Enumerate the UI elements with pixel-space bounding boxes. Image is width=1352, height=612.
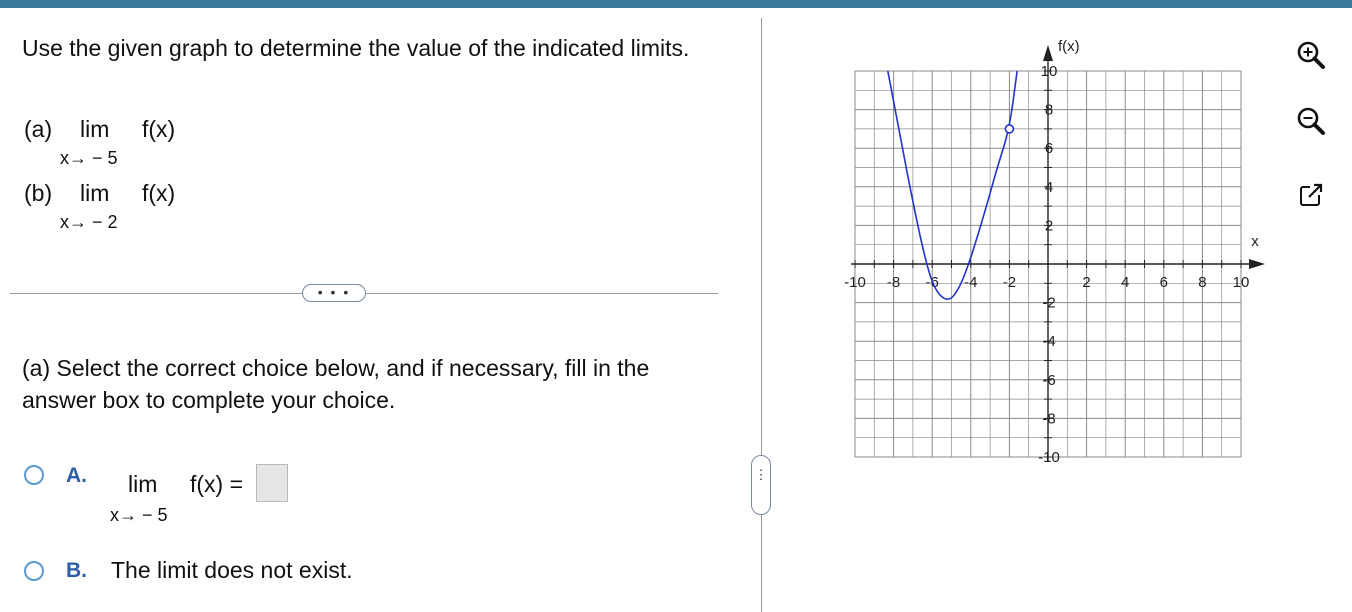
choice-a-lim: lim [128, 471, 158, 497]
choice-a-radio[interactable] [24, 465, 44, 485]
part-b-label: (b) [24, 180, 53, 206]
panel-divider[interactable] [761, 18, 762, 612]
y-tick-label: 6 [1045, 140, 1053, 157]
part-a-lim: lim [80, 116, 110, 142]
function-graph: -10 -8 -6 -4 -2 2 4 6 8 10108642-2-4-6-8-10xf(x) [844, 38, 1265, 465]
y-tick-label: 8 [1045, 102, 1053, 119]
choice-b-text: The limit does not exist. [111, 557, 353, 583]
open-point [1004, 124, 1015, 134]
part-a-label: (a) [24, 116, 53, 142]
x-tick-label: 4 [1121, 274, 1129, 291]
y-tick-label: -2 [1042, 295, 1055, 312]
choice-b-radio[interactable] [24, 561, 44, 581]
y-tick-label: 4 [1045, 179, 1053, 196]
function-curve [887, 70, 1018, 301]
x-tick-label: 8 [1198, 274, 1206, 291]
y-tick-label: 10 [1041, 63, 1058, 80]
top-accent-bar [0, 0, 1352, 8]
y-tick-label: -4 [1042, 333, 1055, 350]
x-tick-label: 6 [1160, 274, 1168, 291]
part-b-approach: x→ − 2 [60, 212, 118, 232]
panel-resize-handle[interactable]: ⋮ [751, 455, 771, 515]
x-axis-label: x [1251, 233, 1259, 250]
part-b-function: f(x) [142, 180, 176, 206]
part-a-prompt: (a) Select the correct choice below, and… [22, 355, 650, 413]
zoom-out-icon[interactable] [1296, 106, 1326, 136]
y-axis-label: f(x) [1058, 38, 1080, 55]
choice-b-letter: B. [66, 559, 87, 582]
y-tick-label: -6 [1042, 372, 1055, 389]
y-tick-label: 2 [1045, 217, 1053, 234]
answer-input-box[interactable] [256, 464, 288, 502]
choice-a-approach: x→ − 5 [110, 505, 168, 525]
y-axis-arrow [1043, 45, 1053, 61]
question-text: Use the given graph to determine the val… [22, 35, 690, 61]
x-tick-label: -8 [887, 274, 900, 291]
choice-a-function: f(x) = [190, 471, 244, 497]
x-tick-label: -10 [844, 274, 866, 291]
y-tick-label: -10 [1038, 449, 1060, 465]
x-tick-label: 2 [1082, 274, 1090, 291]
part-b-lim: lim [80, 180, 110, 206]
x-axis-arrow [1249, 259, 1265, 269]
x-tick-label: 10 [1233, 274, 1250, 291]
choice-a-letter: A. [66, 464, 87, 487]
zoom-in-icon[interactable] [1296, 40, 1326, 70]
popout-icon[interactable] [1296, 180, 1326, 210]
y-tick-label: -8 [1042, 410, 1055, 427]
show-more-button[interactable]: • • • [302, 284, 366, 302]
x-tick-label: -2 [1003, 274, 1016, 291]
x-tick-label: -4 [964, 274, 977, 291]
part-a-approach: x→ − 5 [60, 148, 118, 168]
part-a-function: f(x) [142, 116, 176, 142]
